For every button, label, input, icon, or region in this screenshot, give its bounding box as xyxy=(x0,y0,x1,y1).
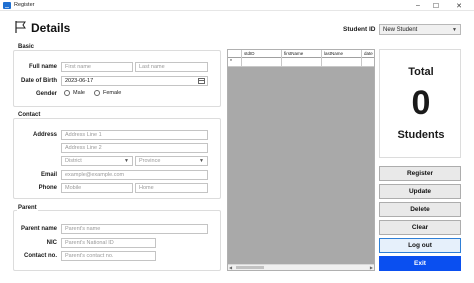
total-count: 0 xyxy=(411,84,431,122)
email-input[interactable]: example@example.com xyxy=(61,170,208,180)
nic-label: NIC xyxy=(46,240,57,246)
gender-male-radio[interactable]: Male xyxy=(64,90,85,96)
grid-cell[interactable] xyxy=(322,58,362,67)
parent-contact-input[interactable]: Parent's contact no. xyxy=(61,251,156,261)
app-icon xyxy=(3,2,11,9)
gender-label: Gender xyxy=(35,91,57,97)
first-name-input[interactable]: First name xyxy=(61,62,133,72)
full-name-label: Full name xyxy=(28,64,57,70)
student-id-selected: New Student xyxy=(383,26,418,33)
gender-female-label: Female xyxy=(103,90,122,96)
students-grid[interactable]: stdID firstName lastName date * ◀ ▶ xyxy=(227,49,375,271)
calendar-icon[interactable] xyxy=(198,78,205,84)
district-select[interactable]: District ▼ xyxy=(61,156,133,166)
parent-group-title: Parent xyxy=(17,205,38,211)
register-button[interactable]: Register xyxy=(379,166,461,181)
radio-circle xyxy=(64,90,70,96)
horizontal-scrollbar[interactable]: ◀ ▶ xyxy=(228,264,374,270)
grid-column-header[interactable]: stdID xyxy=(242,50,282,58)
contact-no-label: Contact no. xyxy=(24,253,57,259)
dob-label: Date of Birth xyxy=(21,78,57,84)
logout-button[interactable]: Log out xyxy=(379,238,461,253)
window-title: Register xyxy=(14,2,35,8)
mobile-input[interactable]: Mobile xyxy=(61,183,133,193)
page-title: Details xyxy=(31,21,71,35)
dob-value: 2023-06-17 xyxy=(65,78,94,84)
basic-group-title: Basic xyxy=(17,44,36,50)
chevron-down-icon: ▼ xyxy=(199,158,204,164)
grid-new-row[interactable]: * xyxy=(228,58,374,67)
grid-column-header[interactable]: lastName xyxy=(322,50,362,58)
province-placeholder: Province xyxy=(139,158,161,164)
radio-circle xyxy=(94,90,100,96)
grid-cell[interactable] xyxy=(362,58,374,67)
maximize-icon[interactable]: ☐ xyxy=(428,0,444,11)
last-name-input[interactable]: Last name xyxy=(135,62,208,72)
total-title: Total xyxy=(408,66,434,78)
grid-column-header[interactable]: firstName xyxy=(282,50,322,58)
new-row-marker: * xyxy=(228,58,242,67)
total-students-card: Total 0 Students xyxy=(379,49,461,158)
address-label: Address xyxy=(32,132,57,138)
grid-cell[interactable] xyxy=(242,58,282,67)
scroll-left-icon[interactable]: ◀ xyxy=(229,265,232,270)
phone-label: Phone xyxy=(38,185,57,191)
student-id-select[interactable]: New Student ▼ xyxy=(379,24,461,35)
email-label: Email xyxy=(40,172,57,178)
gender-female-radio[interactable]: Female xyxy=(94,90,121,96)
address-line1-input[interactable]: Address Line 1 xyxy=(61,130,208,140)
clear-button[interactable]: Clear xyxy=(379,220,461,235)
flag-icon xyxy=(15,21,26,33)
gender-male-label: Male xyxy=(73,90,85,96)
grid-header: stdID firstName lastName date xyxy=(228,50,374,58)
scroll-right-icon[interactable]: ▶ xyxy=(370,265,373,270)
grid-column-header[interactable]: date xyxy=(362,50,374,58)
nic-input[interactable]: Parent's National ID xyxy=(61,238,156,248)
grid-row-header-corner xyxy=(228,50,242,58)
student-id-label: Student ID xyxy=(343,26,376,33)
parent-name-label: Parent name xyxy=(20,226,57,232)
province-select[interactable]: Province ▼ xyxy=(135,156,208,166)
home-phone-input[interactable]: Home xyxy=(135,183,208,193)
dob-picker[interactable]: 2023-06-17 xyxy=(61,76,208,86)
scrollbar-thumb[interactable] xyxy=(236,266,264,269)
delete-button[interactable]: Delete xyxy=(379,202,461,217)
grid-cell[interactable] xyxy=(282,58,322,67)
parent-name-input[interactable]: Parent's name xyxy=(61,224,208,234)
exit-button[interactable]: Exit xyxy=(379,256,461,271)
contact-group-title: Contact xyxy=(17,112,42,118)
address-line2-input[interactable]: Address Line 2 xyxy=(61,143,208,153)
district-placeholder: District xyxy=(65,158,82,164)
chevron-down-icon: ▼ xyxy=(452,26,457,33)
window-titlebar: Register – ☐ ✕ xyxy=(0,0,474,11)
total-subtitle: Students xyxy=(397,129,445,141)
update-button[interactable]: Update xyxy=(379,184,461,199)
minimize-icon[interactable]: – xyxy=(410,0,426,11)
chevron-down-icon: ▼ xyxy=(124,158,129,164)
close-icon[interactable]: ✕ xyxy=(451,0,467,11)
